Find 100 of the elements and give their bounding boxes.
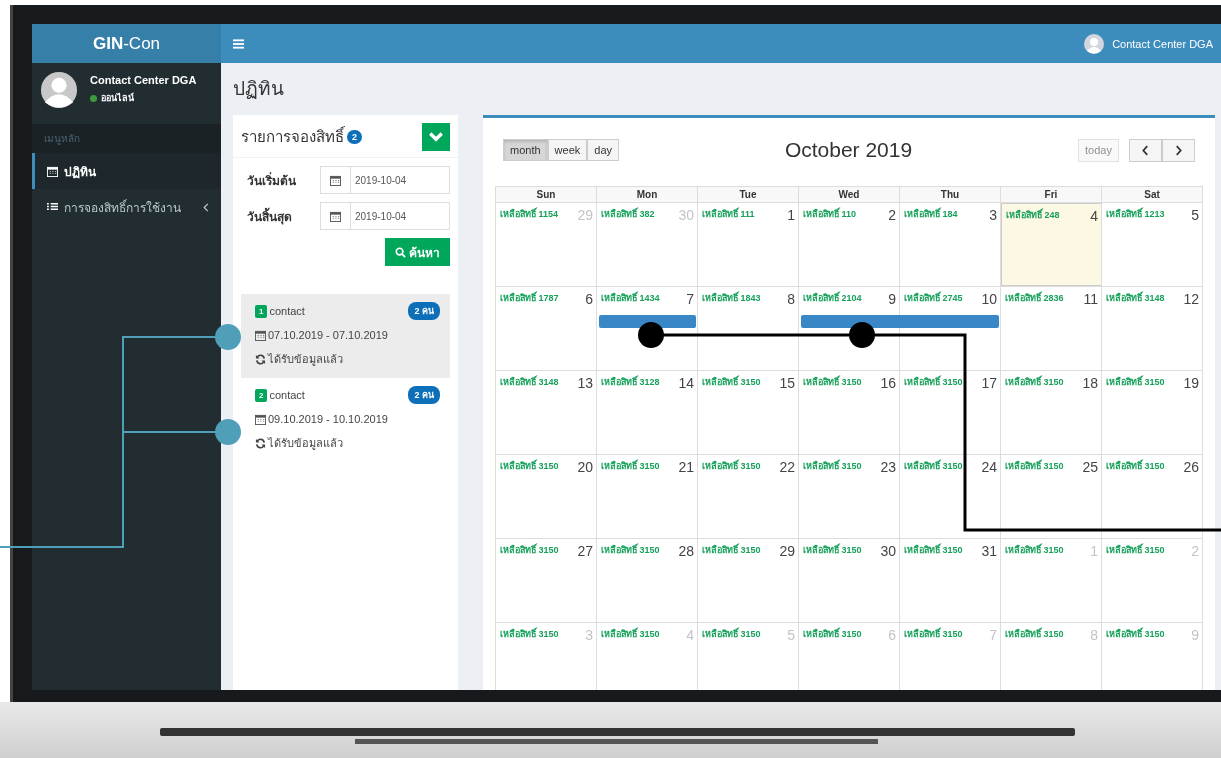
day-cell[interactable]: เหลือสิทธิ์ 3150 17 (900, 371, 1001, 454)
day-cell[interactable]: เหลือสิทธิ์ 3150 18 (1001, 371, 1102, 454)
date-field[interactable]: 2019-10-04 (351, 166, 450, 194)
day-cell[interactable]: เหลือสิทธิ์ 3150 26 (1102, 455, 1203, 538)
remaining-label: เหลือสิทธิ์ 3150 (1106, 543, 1165, 557)
booking-item[interactable]: 1 contact 2 คน 07.10.2019 - 07.10.2019 ได้รับข้อมูลแล้ว (241, 294, 450, 378)
day-cell[interactable]: เหลือสิทธิ์ 1213 5 (1102, 203, 1203, 286)
field-label: วันสิ้นสุด (247, 206, 292, 226)
day-cell[interactable]: เหลือสิทธิ์ 248 4 (1001, 203, 1102, 286)
chevron-right-icon (1175, 144, 1182, 156)
day-number: 24 (981, 459, 997, 475)
day-cell[interactable]: เหลือสิทธิ์ 3150 28 (597, 539, 698, 622)
day-cell[interactable]: เหลือสิทธิ์ 3150 23 (799, 455, 900, 538)
day-cell[interactable]: เหลือสิทธิ์ 111 1 (698, 203, 799, 286)
event-bar[interactable] (599, 315, 696, 328)
day-cell[interactable]: เหลือสิทธิ์ 1843 8 (698, 287, 799, 370)
day-cell[interactable]: เหลือสิทธิ์ 3150 30 (799, 539, 900, 622)
booking-item[interactable]: 2 contact 2 คน 09.10.2019 - 10.10.2019 ได้รับข้อมูลแล้ว (241, 378, 450, 462)
sidebar-item[interactable]: ปฏิทิน (32, 153, 221, 189)
day-cell[interactable]: เหลือสิทธิ์ 3128 14 (597, 371, 698, 454)
next-button[interactable] (1162, 138, 1195, 162)
day-number: 10 (981, 291, 997, 307)
search-icon (395, 246, 406, 258)
day-cell[interactable]: เหลือสิทธิ์ 3150 1 (1001, 539, 1102, 622)
day-cell[interactable]: เหลือสิทธิ์ 3150 20 (496, 455, 597, 538)
day-cell[interactable]: เหลือสิทธิ์ 3148 12 (1102, 287, 1203, 370)
sidebar-item[interactable]: การจองสิทธิ์การใช้งาน (32, 189, 221, 225)
remaining-label: เหลือสิทธิ์ 1154 (500, 207, 559, 221)
day-cell[interactable]: เหลือสิทธิ์ 3150 29 (698, 539, 799, 622)
remaining-label: เหลือสิทธิ์ 3150 (1106, 627, 1165, 641)
day-cell[interactable]: เหลือสิทธิ์ 3150 21 (597, 455, 698, 538)
day-cell[interactable]: เหลือสิทธิ์ 110 2 (799, 203, 900, 286)
user-name: Contact Center DGA (90, 74, 197, 86)
view-button[interactable]: day (587, 139, 619, 161)
day-number: 3 (585, 627, 593, 643)
remaining-label: เหลือสิทธิ์ 2104 (803, 291, 862, 305)
day-cell[interactable]: เหลือสิทธิ์ 382 30 (597, 203, 698, 286)
booking-dates: 07.10.2019 - 07.10.2019 (268, 329, 388, 341)
date-field[interactable]: 2019-10-04 (351, 202, 450, 230)
remaining-label: เหลือสิทธิ์ 3150 (904, 375, 963, 389)
calendar-icon (330, 210, 341, 222)
callout-dot (638, 322, 664, 348)
weekday-header: Tue (698, 187, 799, 202)
day-cell[interactable]: เหลือสิทธิ์ 3150 2 (1102, 539, 1203, 622)
user-avatar-icon (40, 71, 78, 109)
day-number: 6 (585, 291, 593, 307)
day-cell[interactable]: เหลือสิทธิ์ 3150 19 (1102, 371, 1203, 454)
page-title: ปฏิทิน (233, 77, 285, 101)
remaining-label: เหลือสิทธิ์ 1213 (1106, 207, 1165, 221)
status-label: ออนไลน์ (101, 91, 134, 105)
day-cell[interactable]: เหลือสิทธิ์ 2836 11 (1001, 287, 1102, 370)
remaining-label: เหลือสิทธิ์ 248 (1006, 208, 1060, 222)
day-cell[interactable]: เหลือสิทธิ์ 1787 6 (496, 287, 597, 370)
remaining-label: เหลือสิทธิ์ 3150 (904, 543, 963, 557)
day-number: 22 (779, 459, 795, 475)
day-cell[interactable]: เหลือสิทธิ์ 3150 31 (900, 539, 1001, 622)
remaining-label: เหลือสิทธิ์ 3150 (1106, 459, 1165, 473)
calendar-title: October 2019 (784, 138, 913, 162)
weekday-header: Thu (900, 187, 1001, 202)
booking-status: ได้รับข้อมูลแล้ว (268, 436, 343, 452)
weekday-header: Mon (597, 187, 698, 202)
day-cell[interactable]: เหลือสิทธิ์ 3150 16 (799, 371, 900, 454)
user-name[interactable]: Contact Center DGA (1112, 37, 1213, 50)
day-cell[interactable]: เหลือสิทธิ์ 3150 27 (496, 539, 597, 622)
event-bar[interactable] (801, 315, 999, 328)
app-logo: GIN-Con (32, 24, 221, 63)
day-cell[interactable]: เหลือสิทธิ์ 3150 15 (698, 371, 799, 454)
previous-button[interactable] (1129, 138, 1162, 162)
day-cell[interactable]: เหลือสิทธิ์ 3150 25 (1001, 455, 1102, 538)
remaining-label: เหลือสิทธิ์ 3150 (601, 627, 660, 641)
menu-icon[interactable] (233, 38, 244, 49)
day-cell[interactable]: เหลือสิทธิ์ 1154 29 (496, 203, 597, 286)
day-number: 5 (1191, 207, 1199, 223)
weekday-header: Wed (799, 187, 900, 202)
remaining-label: เหลือสิทธิ์ 110 (803, 207, 857, 221)
day-number: 17 (981, 375, 997, 391)
day-cell[interactable]: เหลือสิทธิ์ 3150 22 (698, 455, 799, 538)
remaining-label: เหลือสิทธิ์ 1787 (500, 291, 559, 305)
day-number: 7 (686, 291, 694, 307)
number-badge: 2 (255, 388, 268, 402)
view-button[interactable]: month (503, 139, 548, 161)
view-button[interactable]: week (547, 139, 588, 161)
remaining-label: เหลือสิทธิ์ 3150 (601, 459, 660, 473)
day-number: 23 (880, 459, 896, 475)
day-number: 8 (1090, 627, 1098, 643)
day-number: 16 (880, 375, 896, 391)
menu-header: เมนูหลัก (32, 124, 221, 153)
panel-title: รายการจองสิทธิ์ (241, 125, 344, 147)
day-number: 29 (779, 543, 795, 559)
calendar-addon[interactable] (320, 202, 351, 230)
day-cell[interactable]: เหลือสิทธิ์ 3150 24 (900, 455, 1001, 538)
day-number: 21 (678, 459, 694, 475)
booking-name: contact (269, 305, 306, 317)
people-badge: 2 คน (408, 302, 440, 320)
day-number: 13 (577, 375, 593, 391)
weekday-header: Sat (1102, 187, 1203, 202)
calendar-addon[interactable] (320, 166, 351, 194)
day-cell[interactable]: เหลือสิทธิ์ 3148 13 (496, 371, 597, 454)
collapse-button[interactable] (422, 123, 450, 151)
user-avatar-icon[interactable] (1084, 33, 1105, 54)
